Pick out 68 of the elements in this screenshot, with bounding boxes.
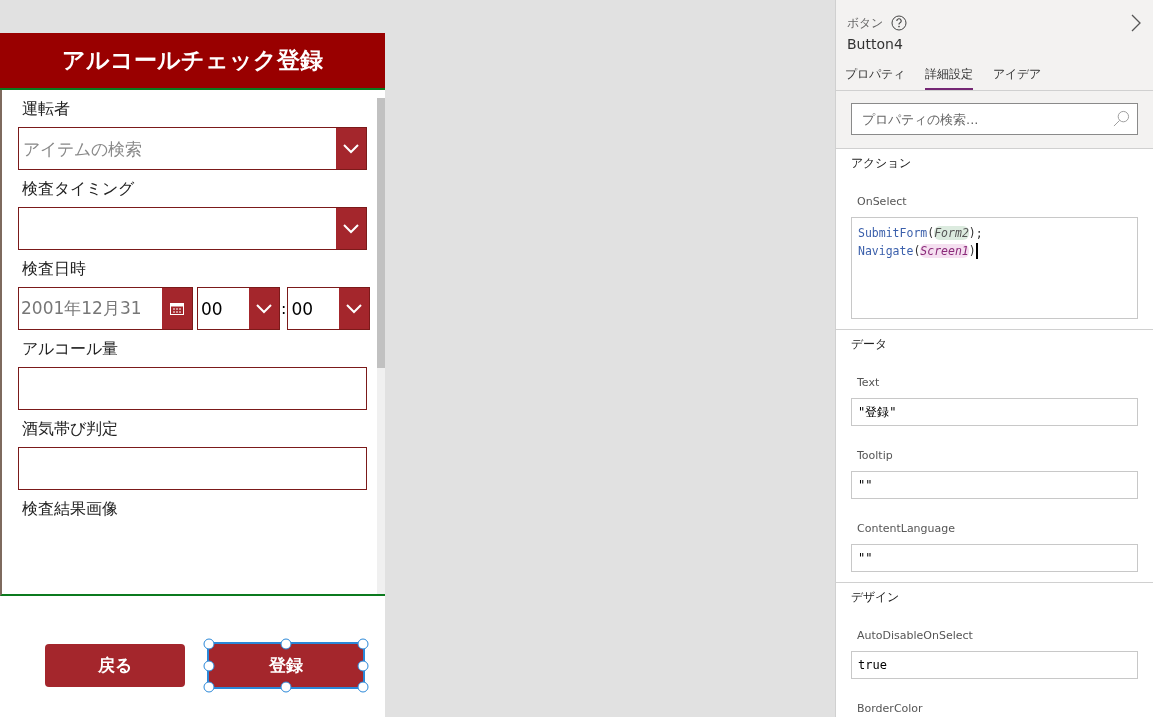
dropdown-button[interactable] (339, 288, 370, 329)
chevron-down-icon (343, 223, 359, 234)
dropdown-button[interactable] (336, 128, 366, 169)
date-field[interactable]: 2001年12月31 (18, 287, 193, 330)
resize-handle[interactable] (280, 681, 292, 693)
control-type: ボタン (847, 14, 883, 32)
field-label: 運転者 (21, 98, 71, 120)
punctuation: ) (968, 226, 976, 240)
property-name: ContentLanguage (857, 522, 956, 535)
property-name: Tooltip (857, 449, 893, 462)
dropdown-button[interactable] (336, 208, 366, 249)
property-name: AutoDisableOnSelect (857, 629, 973, 642)
punctuation: ( (913, 244, 921, 258)
function-name: SubmitForm (858, 226, 928, 240)
property-value-field[interactable]: "" (851, 471, 1138, 499)
control-name: Button4 (847, 36, 904, 52)
chevron-down-icon (343, 143, 359, 154)
app-button[interactable]: 登録 (209, 644, 363, 687)
time-separator: : (281, 299, 287, 318)
punctuation: ) (968, 244, 976, 258)
resize-handle[interactable] (203, 681, 215, 693)
app-title: アルコールチェック登録 (62, 46, 323, 75)
app-button[interactable]: 戻る (45, 644, 185, 687)
search-icon (1113, 110, 1130, 127)
field-label: 検査タイミング (21, 178, 135, 200)
resize-handle[interactable] (203, 638, 215, 650)
property-value-field[interactable]: true (851, 651, 1138, 679)
field-label: 検査日時 (21, 258, 87, 280)
punctuation: ; (975, 226, 983, 240)
property-value-field[interactable]: "登録" (851, 398, 1138, 426)
function-name: Navigate (858, 244, 914, 258)
property-value-field[interactable]: "" (851, 544, 1138, 572)
dropdown-field[interactable]: アイテムの検索 (18, 127, 367, 170)
calendar-button[interactable] (162, 288, 192, 329)
panel-tab[interactable]: プロパティ (845, 62, 905, 90)
property-name: OnSelect (857, 195, 907, 208)
field-label: アルコール量 (21, 338, 119, 360)
resize-handle[interactable] (357, 681, 369, 693)
property-name: Text (857, 376, 880, 389)
field-label: 検査結果画像 (21, 498, 119, 520)
hour-dropdown[interactable]: 00 (197, 287, 280, 330)
form-reference: Form2 (934, 226, 969, 240)
resize-handle[interactable] (203, 660, 215, 671)
chevron-down-icon (256, 303, 272, 314)
panel-tab[interactable]: アイデア (993, 62, 1041, 90)
dropdown-button[interactable] (249, 288, 279, 329)
minute-dropdown[interactable]: 00 (287, 287, 371, 330)
section-title: アクション (851, 155, 911, 172)
chevron-right-icon[interactable] (1131, 14, 1141, 32)
section-title: デザイン (851, 589, 899, 606)
formula-field[interactable]: SubmitForm(Form2); Navigate(Screen1) (851, 217, 1138, 319)
field-label: 酒気帯び判定 (21, 418, 119, 440)
chevron-down-icon (346, 303, 363, 314)
search-field[interactable]: プロパティの検索... (851, 103, 1138, 135)
punctuation: ( (927, 226, 935, 240)
scrollbar[interactable] (377, 98, 385, 594)
calendar-icon (170, 302, 184, 315)
input-field[interactable] (18, 447, 367, 490)
input-field[interactable] (18, 367, 367, 410)
text-cursor (975, 243, 978, 259)
resize-handle[interactable] (357, 660, 369, 671)
section-title: データ (851, 336, 887, 353)
dropdown-field[interactable] (18, 207, 367, 250)
help-icon[interactable] (891, 15, 907, 31)
screen-reference: Screen1 (920, 244, 969, 258)
property-name: BorderColor (857, 702, 923, 715)
resize-handle[interactable] (280, 638, 292, 650)
resize-handle[interactable] (357, 638, 369, 650)
